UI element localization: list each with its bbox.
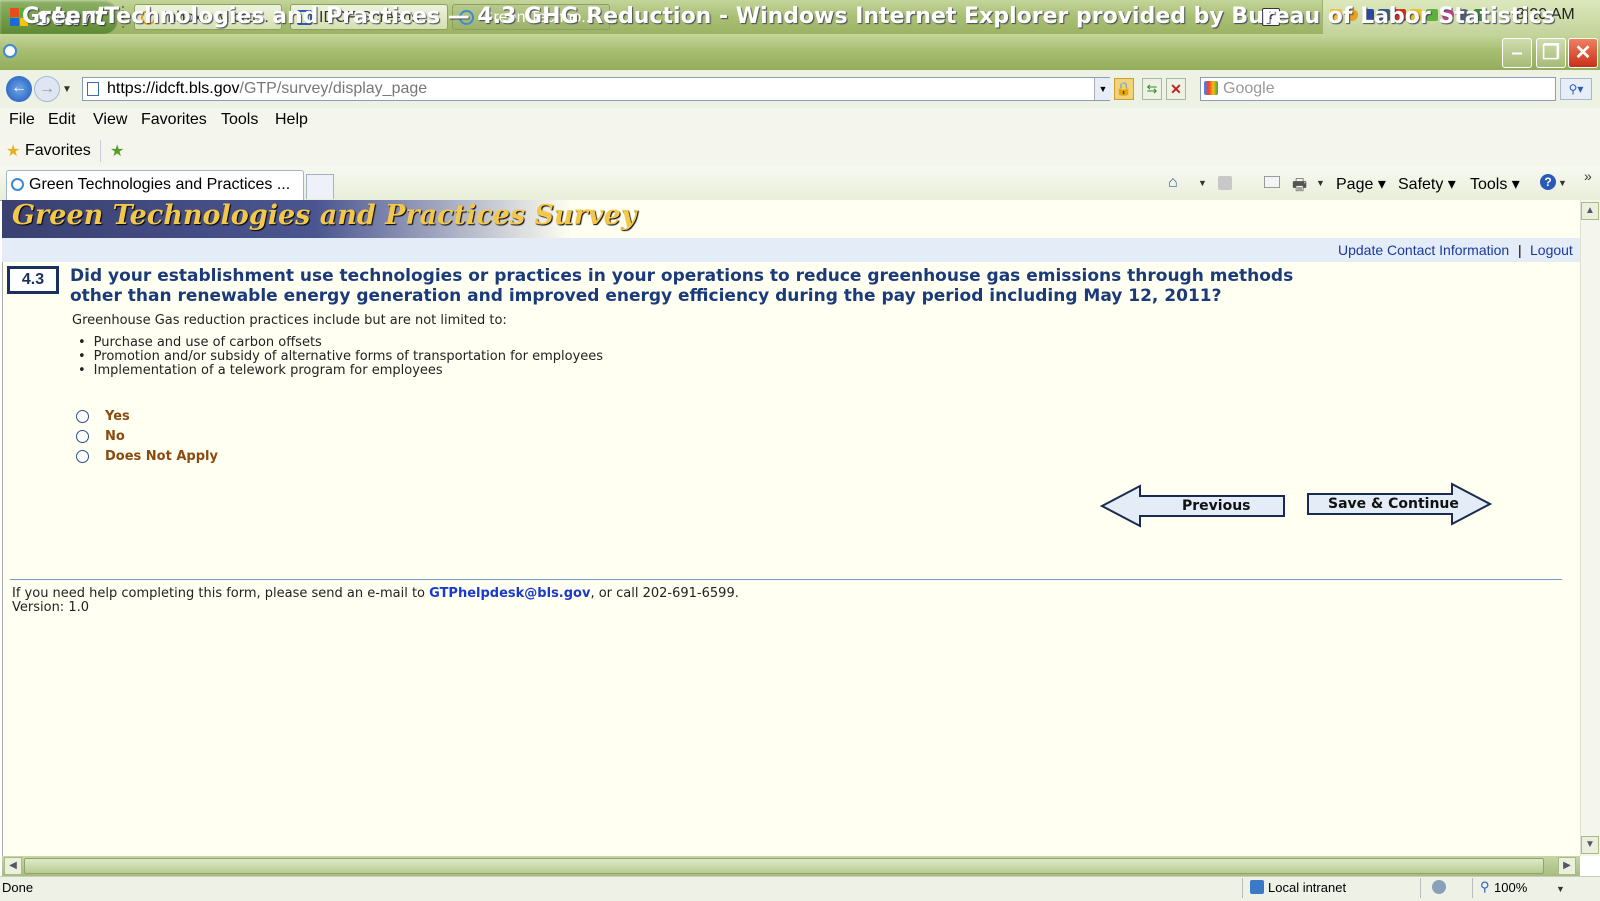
mail-icon[interactable]: [1264, 176, 1280, 188]
minimize-button[interactable]: –: [1502, 38, 1532, 68]
home-icon[interactable]: ⌂: [1168, 174, 1178, 192]
new-tab-button[interactable]: [306, 174, 334, 199]
radio-does-not-apply[interactable]: [76, 450, 89, 463]
scroll-right-arrow[interactable]: ▶: [1558, 857, 1576, 875]
menu-favorites[interactable]: Favorites: [141, 111, 207, 129]
vertical-scrollbar[interactable]: [1580, 200, 1600, 856]
home-dropdown-icon[interactable]: ▼: [1198, 178, 1207, 188]
history-dropdown-icon[interactable]: ▼: [62, 84, 72, 95]
logout-link[interactable]: Logout: [1530, 242, 1573, 258]
protected-mode-icon[interactable]: [1432, 880, 1446, 894]
scroll-left-arrow[interactable]: ◀: [4, 857, 22, 875]
ie-icon: [11, 178, 24, 191]
version-text: Version: 1.0: [12, 600, 89, 615]
helpdesk-email-link[interactable]: GTPhelpdesk@bls.gov: [429, 586, 590, 601]
search-placeholder: Google: [1223, 80, 1275, 97]
zoom-level[interactable]: 100%: [1494, 880, 1527, 895]
address-dropdown-icon[interactable]: ▼: [1094, 78, 1111, 100]
stop-icon[interactable]: ✕: [1166, 78, 1186, 100]
favorites-button[interactable]: Favorites: [25, 142, 91, 160]
radio-no[interactable]: [76, 430, 89, 443]
menu-view[interactable]: View: [93, 111, 127, 129]
radio-yes-label[interactable]: Yes: [105, 409, 130, 424]
status-text: Done: [2, 880, 34, 895]
scroll-down-arrow[interactable]: ▼: [1581, 836, 1599, 854]
chevron-more-icon[interactable]: »: [1584, 168, 1592, 184]
radio-yes[interactable]: [76, 410, 89, 423]
update-contact-link[interactable]: Update Contact Information: [1338, 242, 1509, 258]
page-icon: [87, 82, 99, 96]
intranet-zone-icon: [1250, 880, 1264, 894]
back-button[interactable]: ←: [6, 76, 32, 102]
print-icon[interactable]: 🖶: [1292, 174, 1307, 201]
status-divider: [1242, 878, 1243, 898]
menu-tools[interactable]: Tools: [221, 111, 258, 129]
tab-label: Green Technologies and Practices ...: [29, 176, 291, 193]
zoom-icon[interactable]: ⚲: [1480, 879, 1490, 895]
question-text: Did your establishment use technologies …: [70, 266, 1294, 306]
safety-menu[interactable]: Safety ▾: [1398, 174, 1456, 194]
previous-button[interactable]: Previous: [1099, 484, 1286, 528]
feeds-icon[interactable]: [1218, 176, 1232, 190]
page-menu[interactable]: Page ▾: [1336, 174, 1386, 194]
url-path: /GTP/survey/display_page: [239, 80, 428, 97]
list-item: Implementation of a telework program for…: [78, 364, 603, 378]
security-zone: Local intranet: [1268, 880, 1347, 895]
survey-banner-title: Green Technologies and Practices Survey: [12, 200, 637, 231]
status-divider: [1420, 878, 1421, 898]
search-input[interactable]: Google: [1200, 77, 1556, 101]
link-separator: |: [1518, 242, 1522, 258]
address-field[interactable]: https://idcft.bls.gov/GTP/survey/display…: [82, 77, 1110, 101]
tools-menu[interactable]: Tools ▾: [1470, 174, 1520, 194]
url-host: https://idcft.bls.gov: [107, 80, 240, 97]
list-item: Promotion and/or subsidy of alternative …: [78, 350, 603, 364]
radio-does-not-apply-label[interactable]: Does Not Apply: [105, 449, 218, 464]
question-number: 4.3: [7, 266, 59, 294]
horizontal-scroll-thumb[interactable]: [24, 858, 1544, 874]
question-intro: Greenhouse Gas reduction practices inclu…: [72, 313, 507, 328]
menu-edit[interactable]: Edit: [48, 111, 76, 129]
help-dropdown-icon[interactable]: ▼: [1558, 178, 1567, 188]
window-title: Green Technologies and Practices — 4.3 G…: [22, 4, 1555, 29]
save-continue-button[interactable]: Save & Continue: [1306, 482, 1493, 526]
forward-button[interactable]: →: [34, 76, 60, 102]
favorites-divider: [100, 140, 101, 162]
favorites-star-icon: ★: [6, 143, 21, 160]
status-divider: [1472, 878, 1473, 898]
menu-help[interactable]: Help: [275, 111, 308, 129]
favorites-bar: [0, 134, 1600, 167]
previous-label: Previous: [1182, 498, 1251, 514]
search-go-button[interactable]: ⚲▾: [1560, 78, 1592, 100]
scroll-up-arrow[interactable]: ▲: [1581, 202, 1599, 220]
add-favorite-icon[interactable]: ★: [110, 141, 124, 161]
save-continue-label: Save & Continue: [1328, 496, 1459, 512]
help-text: If you need help completing this form, p…: [12, 586, 739, 601]
radio-no-label[interactable]: No: [105, 429, 125, 444]
footer-divider: [10, 579, 1562, 580]
lock-icon[interactable]: 🔒: [1114, 78, 1134, 100]
list-item: Purchase and use of carbon offsets: [78, 336, 603, 350]
print-dropdown-icon[interactable]: ▼: [1316, 178, 1325, 188]
menu-file[interactable]: File: [9, 111, 35, 129]
title-bar: [0, 34, 1600, 70]
tab-active[interactable]: Green Technologies and Practices ...: [6, 170, 304, 200]
close-button[interactable]: ✕: [1568, 38, 1598, 68]
help-icon[interactable]: ?: [1540, 174, 1556, 190]
refresh-icon[interactable]: ⇆: [1142, 78, 1162, 100]
google-icon: [1204, 81, 1218, 95]
zoom-dropdown-icon[interactable]: ▼: [1556, 884, 1565, 894]
restore-button[interactable]: ❐: [1536, 38, 1566, 68]
examples-list: Purchase and use of carbon offsets Promo…: [78, 336, 603, 378]
status-bar: [0, 876, 1600, 901]
ie-icon: [3, 44, 17, 58]
